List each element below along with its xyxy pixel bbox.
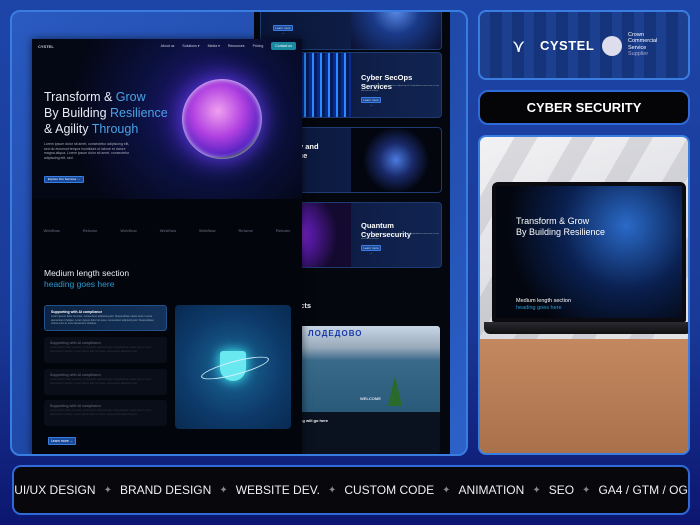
showcase-panel: Learn more → Cyber SecOps Services Lorem… (10, 10, 468, 456)
homepage-preview: CYSTEL About us Solutions ▾ Media ▾ Reso… (32, 39, 302, 454)
nav-media[interactable]: Media ▾ (208, 44, 220, 48)
learn-more-button[interactable]: Learn more → (273, 25, 293, 35)
skills-bar: UI/UX DESIGN ✦ BRAND DESIGN ✦ WEBSITE DEV.… (12, 465, 690, 515)
laptop-keyboard (484, 322, 688, 334)
section-heading: Medium length section heading goes here (44, 268, 130, 289)
ccs-supplier-label: Crown Commercial Service Supplier (628, 32, 658, 57)
learn-more-button[interactable]: Learn more → (48, 437, 76, 445)
orb-graphic (182, 79, 262, 159)
eagle-logo-icon: ⋎ (512, 36, 526, 56)
shield-illustration (175, 305, 291, 429)
laptop-screen: Transform & Grow By Building Resilience M… (492, 182, 686, 322)
hero-section: CYSTEL About us Solutions ▾ Media ▾ Reso… (32, 39, 302, 199)
airport-image: ЛОДЕДОВО WELCOME (300, 326, 440, 412)
feature-item[interactable]: Supporting with AI compliance Lorem ipsum… (44, 337, 167, 363)
laptop-hero-title: Transform & Grow By Building Resilience (516, 216, 606, 237)
crest-icon (602, 36, 622, 56)
skill-tag: WEBSITE DEV. (235, 483, 320, 497)
hero-title: Transform & Grow By Building Resilience … (44, 90, 168, 136)
category-label: CYBER SECURITY (478, 90, 690, 125)
site-nav: CYSTEL About us Solutions ▾ Media ▾ Reso… (32, 39, 302, 53)
feature-item[interactable]: Supporting with AI compliance Lorem ipsum… (44, 400, 167, 426)
nav-solutions[interactable]: Solutions ▾ (182, 44, 199, 48)
contact-button[interactable]: Contact us (271, 42, 296, 50)
skill-tag: UI/UX DESIGN (14, 483, 96, 497)
skill-tag: CUSTOM CODE (344, 483, 435, 497)
nav-resources[interactable]: Resources (228, 44, 245, 48)
nav-about[interactable]: About us (161, 44, 175, 48)
hero-text: Lorem ipsum dolor sit amet, consectetur … (44, 142, 130, 160)
brand-card: ⋎ CYSTEL Crown Commercial Service Supplier (478, 10, 690, 80)
desk (480, 339, 688, 453)
laptop-mockup: Transform & Grow By Building Resilience M… (478, 135, 690, 455)
project-card[interactable]: ЛОДЕДОВО WELCOME ng will go here (300, 326, 440, 454)
learn-more-button[interactable]: Learn more → (361, 245, 381, 255)
explore-services-button[interactable]: Explore Our Services → (44, 176, 84, 183)
cystel-wordmark: CYSTEL (540, 38, 595, 53)
feature-item-active[interactable]: Supporting with AI compliance Lorem ipsum… (44, 305, 167, 331)
learn-more-button[interactable]: Learn more → (361, 97, 381, 107)
feature-item[interactable]: Supporting with AI compliance Lorem ipsum… (44, 369, 167, 395)
cystel-logo[interactable]: CYSTEL (38, 44, 54, 49)
skill-tag: BRAND DESIGN (119, 483, 212, 497)
skill-tag: GA4 / GTM / OG (598, 483, 688, 497)
nav-pricing[interactable]: Pricing (253, 44, 264, 48)
skill-tag: SEO (548, 483, 575, 497)
logo-marquee: Webflow Relume Webflow Webflow Webflow Relume… (43, 228, 291, 233)
skill-tag: ANIMATION (458, 483, 525, 497)
